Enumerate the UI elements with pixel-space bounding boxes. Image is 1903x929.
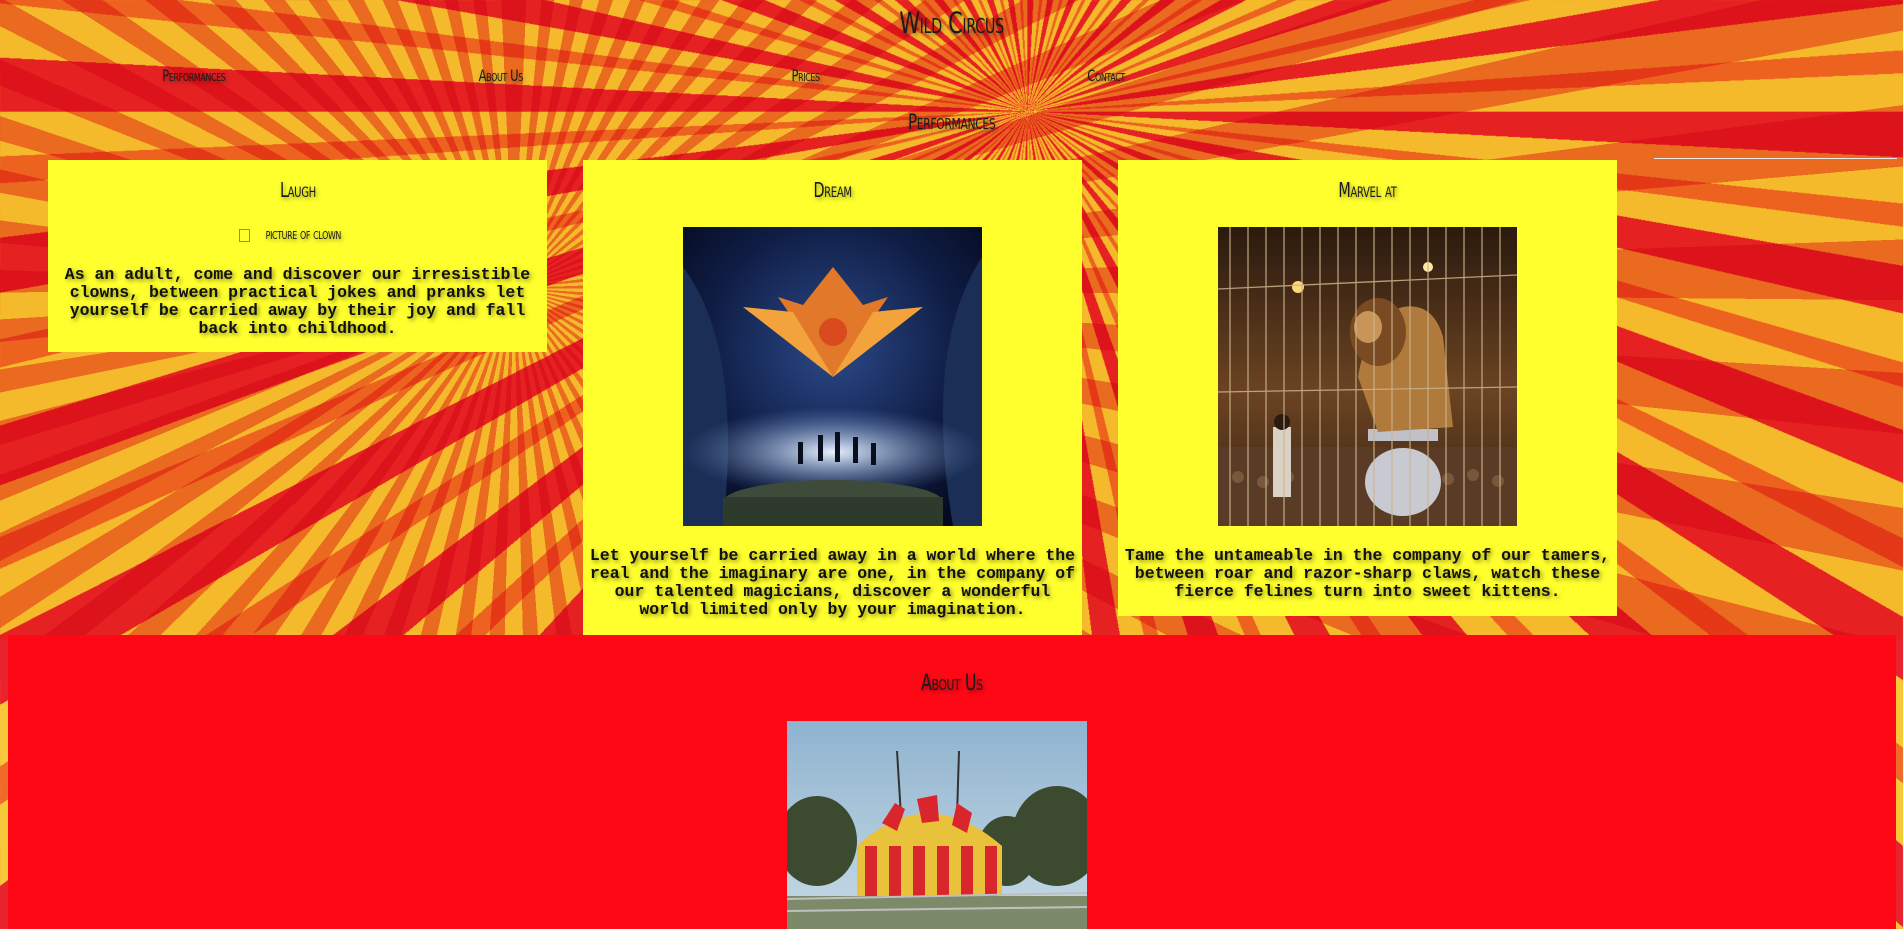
clown-image-broken: picture of clown <box>48 225 547 243</box>
divider <box>1654 158 1897 159</box>
circus-tent-image <box>787 721 1087 929</box>
card-title: Laugh <box>279 178 316 202</box>
main-nav: Performances About Us Prices Contact <box>0 66 1903 90</box>
card-description: Tame the untameable in the company of ou… <box>1124 546 1611 601</box>
nav-contact[interactable]: Contact <box>1080 66 1132 86</box>
card-title: Marvel at <box>1338 178 1397 202</box>
performance-card-marvel: Marvel at Tame the untameable in the com… <box>1118 160 1617 616</box>
performances-heading: Performances <box>907 110 996 134</box>
broken-image-icon <box>239 228 251 242</box>
card-description: As an adult, come and discover our irres… <box>64 265 531 338</box>
nav-performances[interactable]: Performances <box>150 66 238 86</box>
nav-about-us[interactable]: About Us <box>470 66 532 86</box>
about-us-heading: About Us <box>921 671 983 696</box>
performance-card-dream: Dream Let yourself be carried away in a … <box>583 160 1082 636</box>
card-description: Let yourself be carried away in a world … <box>589 546 1076 619</box>
nav-prices[interactable]: Prices <box>786 66 825 86</box>
site-title: Wild Circus <box>899 6 1004 40</box>
about-us-section: About Us <box>8 635 1896 929</box>
magic-show-image <box>683 227 982 526</box>
card-title: Dream <box>813 178 852 202</box>
lion-tamer-image <box>1218 227 1517 526</box>
performance-card-laugh: Laugh picture of clown As an adult, come… <box>48 160 547 352</box>
